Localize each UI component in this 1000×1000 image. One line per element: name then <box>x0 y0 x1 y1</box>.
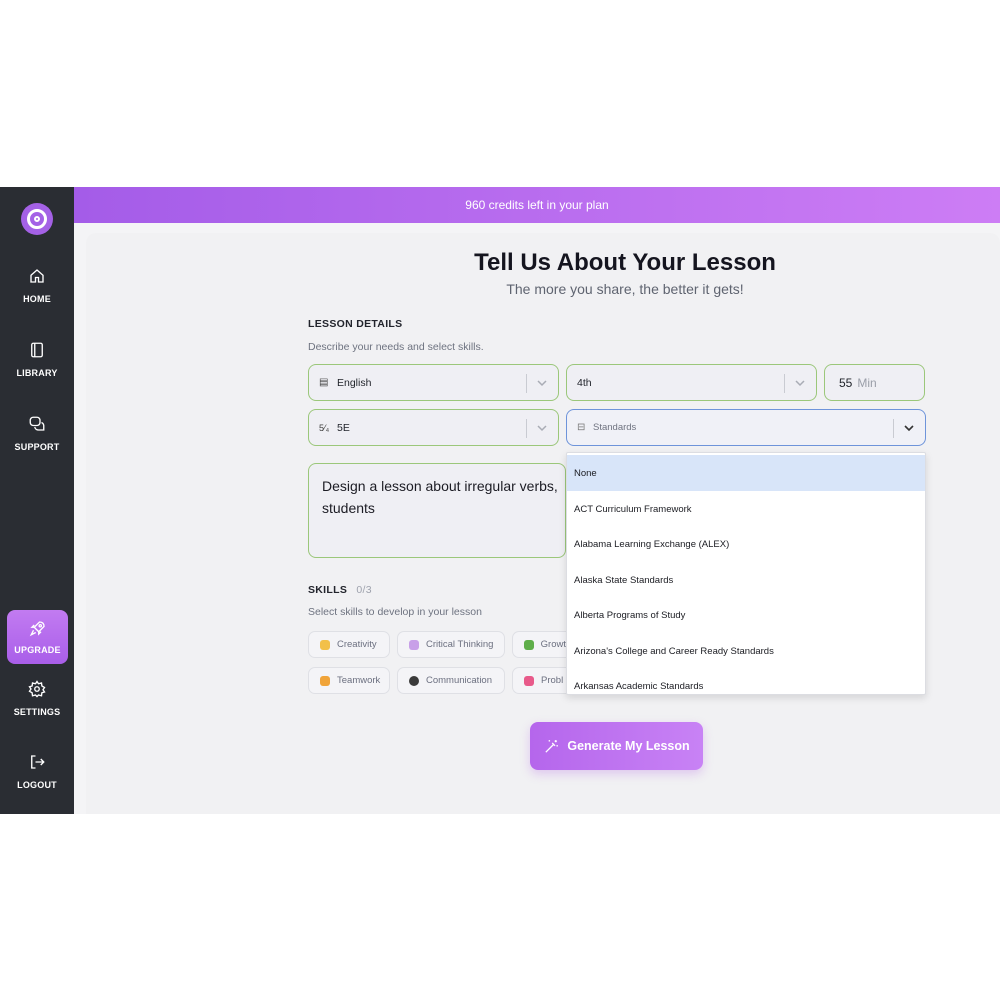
skill-label: Critical Thinking <box>426 639 494 650</box>
sidebar-item-library[interactable]: LIBRARY <box>0 341 74 397</box>
duration-input[interactable]: 55 Min <box>824 364 925 401</box>
skill-chip-critical-thinking[interactable]: Critical Thinking <box>397 631 505 658</box>
sidebar-item-upgrade[interactable]: UPGRADE <box>7 610 68 664</box>
chevron-down-icon <box>795 380 805 387</box>
trophy-icon <box>320 675 330 686</box>
puzzle-icon <box>524 675 534 686</box>
sidebar-item-label: HOME <box>23 294 51 304</box>
dropdown-option[interactable]: ACT Curriculum Framework <box>567 491 925 527</box>
skill-label: Creativity <box>337 639 377 650</box>
chevron-down-icon <box>537 425 547 432</box>
divider <box>526 419 527 438</box>
duration-unit: Min <box>857 375 877 390</box>
generate-lesson-label: Generate My Lesson <box>567 739 690 753</box>
divider <box>526 374 527 393</box>
subject-value: English <box>337 376 372 389</box>
chat-bubble-icon <box>29 416 45 431</box>
chevron-down-icon <box>537 380 547 387</box>
logout-icon <box>31 755 45 769</box>
dropdown-option[interactable]: Alabama Learning Exchange (ALEX) <box>567 526 925 562</box>
skill-label: Communication <box>426 675 492 686</box>
skill-label: Probl <box>541 675 564 686</box>
sidebar-item-label: LOGOUT <box>17 780 57 790</box>
subject-icon: ▤ <box>319 377 329 388</box>
sidebar: HOME LIBRARY SUPPORT UPGRADE SETTINGS LO… <box>0 187 74 814</box>
grade-value: 4th <box>577 376 592 389</box>
skill-chip-communication[interactable]: Communication <box>397 667 505 694</box>
standards-icon: ⊟ <box>577 422 586 433</box>
sidebar-item-home[interactable]: HOME <box>0 267 74 323</box>
skill-label: Growt <box>540 639 566 650</box>
lesson-details-heading: LESSON DETAILS <box>308 318 403 330</box>
lesson-prompt-textarea[interactable]: Design a lesson about irregular verbs, s… <box>308 463 566 558</box>
people-icon <box>409 675 419 686</box>
skill-chip-problem-solving[interactable]: Probl <box>512 667 566 694</box>
skill-label: Teamwork <box>337 675 381 686</box>
page-subtitle: The more you share, the better it gets! <box>506 281 744 297</box>
app-window: HOME LIBRARY SUPPORT UPGRADE SETTINGS LO… <box>0 187 1000 814</box>
grade-select[interactable]: 4th <box>566 364 817 401</box>
skill-chip-growth[interactable]: Growt <box>512 631 566 658</box>
lesson-details-hint: Describe your needs and select skills. <box>308 341 484 353</box>
sidebar-item-label: SETTINGS <box>13 707 61 717</box>
lesson-prompt-text: Design a lesson about irregular verbs, s… <box>322 478 558 516</box>
dropdown-option[interactable]: Alaska State Standards <box>567 562 925 598</box>
dropdown-option-none[interactable]: None <box>567 455 925 491</box>
sidebar-item-settings[interactable]: SETTINGS <box>0 680 74 736</box>
home-icon <box>30 269 44 283</box>
brain-icon <box>409 639 419 650</box>
framework-value: 5E <box>337 421 350 434</box>
skill-chip-creativity[interactable]: Creativity <box>308 631 390 658</box>
subject-select[interactable]: ▤ English <box>308 364 559 401</box>
standards-select[interactable]: ⊟ Standards <box>566 409 926 446</box>
skills-hint: Select skills to develop in your lesson <box>308 606 482 618</box>
book-icon <box>31 342 43 358</box>
leaf-icon <box>524 639 534 650</box>
credits-text: 960 credits left in your plan <box>465 198 609 212</box>
logo-icon[interactable] <box>21 203 53 235</box>
divider <box>784 374 785 393</box>
gear-icon <box>28 680 46 698</box>
sidebar-item-label: UPGRADE <box>14 645 61 655</box>
sidebar-item-label: LIBRARY <box>16 368 58 378</box>
skills-heading-label: SKILLS <box>308 584 348 596</box>
magic-wand-icon <box>545 739 559 753</box>
dropdown-option[interactable]: Arizona's College and Career Ready Stand… <box>567 633 925 669</box>
page-title: Tell Us About Your Lesson <box>474 249 776 276</box>
framework-select[interactable]: 5⁄₄ 5E <box>308 409 559 446</box>
sidebar-item-logout[interactable]: LOGOUT <box>0 753 74 809</box>
dropdown-option[interactable]: Alberta Programs of Study <box>567 597 925 633</box>
crown-icon <box>320 639 330 650</box>
skills-count: 0/3 <box>356 584 372 596</box>
standards-dropdown-menu: None ACT Curriculum Framework Alabama Le… <box>566 452 926 695</box>
duration-value: 55 <box>839 375 853 390</box>
sidebar-item-label: SUPPORT <box>14 442 60 452</box>
divider <box>893 419 894 438</box>
generate-lesson-button[interactable]: Generate My Lesson <box>530 722 703 770</box>
dropdown-option[interactable]: Arkansas Academic Standards <box>567 668 925 694</box>
standards-placeholder: Standards <box>593 422 637 433</box>
rocket-icon <box>29 621 45 637</box>
chevron-down-icon <box>904 425 914 432</box>
skills-heading: SKILLS 0/3 <box>308 584 372 596</box>
credits-banner: 960 credits left in your plan <box>74 187 1000 223</box>
framework-icon: 5⁄₄ <box>319 422 330 433</box>
skill-chip-teamwork[interactable]: Teamwork <box>308 667 390 694</box>
sidebar-item-support[interactable]: SUPPORT <box>0 415 74 471</box>
